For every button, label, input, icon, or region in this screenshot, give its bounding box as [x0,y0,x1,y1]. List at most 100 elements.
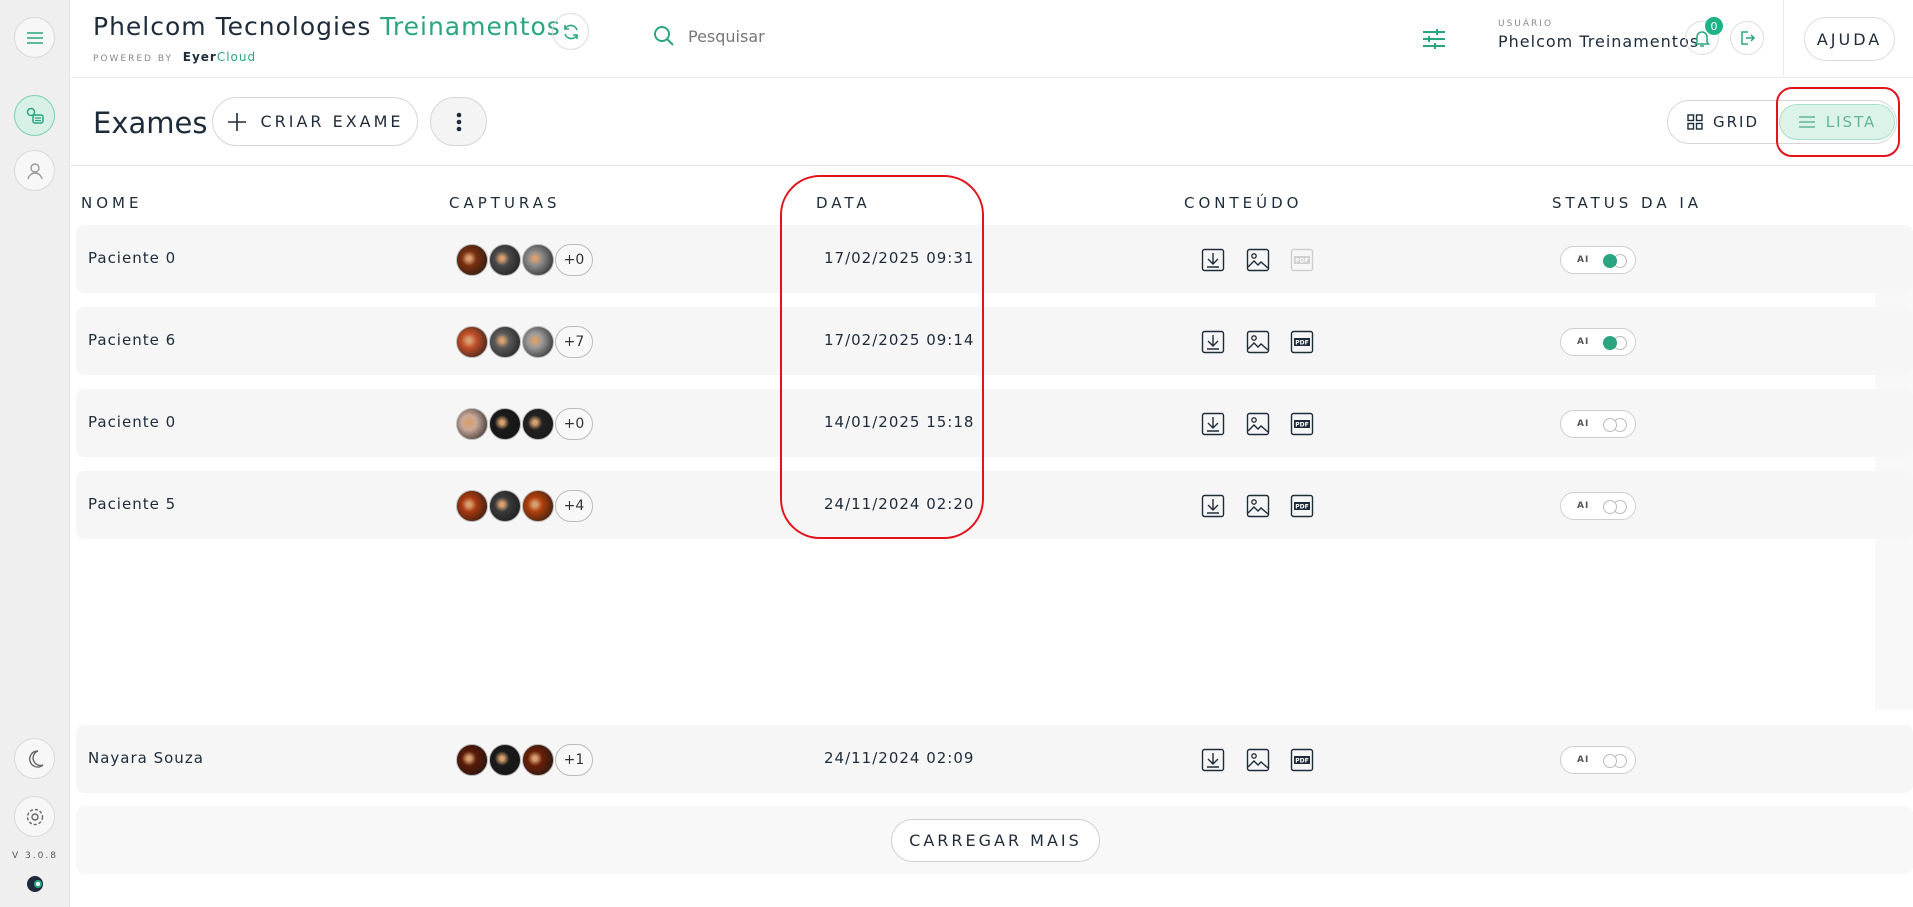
table-row[interactable]: Paciente 5 +4 24/11/2024 02:20 PDF AI [76,471,1913,539]
ai-indicator-on [1603,754,1617,768]
ai-status-toggle[interactable]: AI [1560,492,1636,520]
exams-icon [26,107,44,124]
pdf-icon[interactable]: PDF [1290,748,1314,772]
table-row[interactable]: Paciente 0 +0 17/02/2025 09:31 PDF AI [76,225,1913,293]
capture-thumbnail[interactable] [489,490,521,522]
download-icon[interactable] [1201,494,1225,518]
plus-icon [228,112,247,131]
sidebar-item-patients[interactable] [14,150,55,191]
image-icon[interactable] [1246,248,1270,272]
create-exam-label: CRIAR EXAME [260,112,404,131]
download-icon[interactable] [1201,748,1225,772]
patient-name[interactable]: Paciente 6 [88,331,176,349]
ai-label: AI [1577,755,1590,765]
capture-thumbnail[interactable] [522,490,554,522]
version-label: V 3.0.8 [12,851,58,861]
patient-name[interactable]: Paciente 5 [88,495,176,513]
ai-status-toggle[interactable]: AI [1560,746,1636,774]
capture-thumbnail[interactable] [489,744,521,776]
app-title-accent: Treinamentos [380,12,561,41]
grid-view-button[interactable]: GRID [1668,101,1778,143]
pdf-icon[interactable]: PDF [1290,494,1314,518]
theme-toggle-button[interactable] [14,738,55,779]
app-title: Phelcom Tecnologies Treinamentos [93,12,561,41]
filters-icon[interactable] [1421,26,1447,52]
svg-text:PDF: PDF [1295,339,1308,346]
moon-icon [28,749,43,768]
captures-extra-count[interactable]: +0 [555,408,593,440]
help-button[interactable]: AJUDA [1804,17,1895,61]
annotation-circle-list-view [1776,87,1900,157]
capture-thumbnail[interactable] [522,408,554,440]
patient-name[interactable]: Nayara Souza [88,749,204,767]
captures-group: +0 [456,408,596,440]
ai-label: AI [1577,501,1590,511]
image-icon[interactable] [1246,330,1270,354]
image-icon[interactable] [1246,748,1270,772]
user-name: Phelcom Treinamentos [1498,32,1700,51]
menu-button[interactable] [14,17,55,58]
sync-button[interactable] [552,13,589,50]
capture-thumbnail[interactable] [522,244,554,276]
column-header-content[interactable]: CONTEÚDO [1184,194,1302,212]
image-icon[interactable] [1246,412,1270,436]
more-options-button[interactable] [430,97,487,146]
column-header-ai-status[interactable]: STATUS DA IA [1552,194,1702,212]
hamburger-icon [26,31,43,44]
capture-thumbnail[interactable] [456,244,488,276]
scroll-area-edge [1875,230,1913,710]
brand-part2: Cloud [216,50,257,64]
captures-extra-count[interactable]: +0 [555,244,593,276]
table-row[interactable]: Nayara Souza +1 24/11/2024 02:09 PDF AI [76,725,1913,793]
capture-thumbnail[interactable] [522,326,554,358]
download-icon[interactable] [1201,330,1225,354]
create-exam-button[interactable]: CRIAR EXAME [212,97,418,146]
ai-indicator-on [1603,254,1617,268]
more-vertical-icon [456,112,461,131]
search-input[interactable] [688,26,888,46]
captures-extra-count[interactable]: +7 [555,326,593,358]
pdf-icon[interactable]: PDF [1290,412,1314,436]
load-more-button[interactable]: CARREGAR MAIS [891,819,1100,862]
user-icon [26,162,43,179]
captures-group: +1 [456,744,596,776]
capture-thumbnail[interactable] [456,326,488,358]
logout-icon [1741,31,1756,45]
table-row[interactable]: Paciente 6 +7 17/02/2025 09:14 PDF AI [76,307,1913,375]
svg-text:PDF: PDF [1295,257,1308,264]
ai-status-toggle[interactable]: AI [1560,246,1636,274]
capture-thumbnail[interactable] [489,326,521,358]
image-icon[interactable] [1246,494,1270,518]
patient-name[interactable]: Paciente 0 [88,249,176,267]
capture-thumbnail[interactable] [489,244,521,276]
ai-indicator-on [1603,500,1617,514]
user-label: USUÁRIO [1498,19,1554,29]
user-info: USUÁRIO Phelcom Treinamentos [1498,19,1699,51]
table-row[interactable]: Paciente 0 +0 14/01/2025 15:18 PDF AI [76,389,1913,457]
patient-name[interactable]: Paciente 0 [88,413,176,431]
ai-indicator-on [1603,418,1617,432]
capture-thumbnail[interactable] [456,490,488,522]
notifications-button[interactable]: 0 [1685,17,1723,55]
settings-button[interactable] [14,796,55,837]
capture-thumbnail[interactable] [522,744,554,776]
column-header-captures[interactable]: CAPTURAS [449,194,561,212]
capture-thumbnail[interactable] [456,408,488,440]
sidebar-item-exams[interactable] [14,95,55,136]
ai-status-toggle[interactable]: AI [1560,328,1636,356]
notification-badge: 0 [1705,17,1723,35]
capture-thumbnail[interactable] [456,744,488,776]
captures-extra-count[interactable]: +4 [555,490,593,522]
powered-by: POWERED BY EyerCloud [93,50,256,64]
ai-label: AI [1577,419,1590,429]
column-header-name[interactable]: NOME [81,194,142,212]
captures-extra-count[interactable]: +1 [555,744,593,776]
capture-thumbnail[interactable] [489,408,521,440]
pdf-icon[interactable]: PDF [1290,330,1314,354]
ai-status-toggle[interactable]: AI [1560,410,1636,438]
search-icon[interactable] [652,24,676,48]
download-icon[interactable] [1201,248,1225,272]
download-icon[interactable] [1201,412,1225,436]
logout-button[interactable] [1730,21,1764,55]
exam-date: 24/11/2024 02:09 [824,749,975,767]
